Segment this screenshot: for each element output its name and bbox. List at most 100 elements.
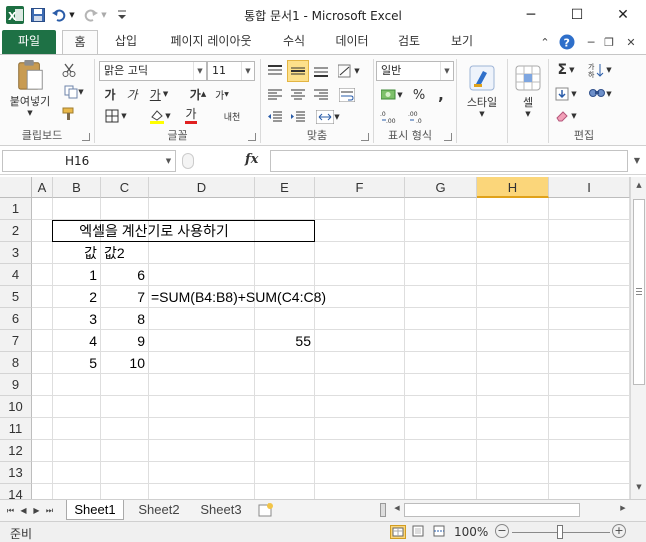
align-center-icon[interactable] (288, 85, 308, 105)
row-header-6[interactable]: 6 (0, 308, 32, 330)
cells-button[interactable]: 셀 ▼ (510, 59, 546, 123)
minimize-button[interactable]: ─ (508, 0, 554, 30)
sheet-tab-sheet2[interactable]: Sheet2 (130, 500, 188, 520)
cut-icon[interactable] (60, 61, 78, 79)
vertical-scroll-thumb[interactable] (633, 199, 645, 385)
align-left-icon[interactable] (265, 85, 285, 105)
cell-b7[interactable]: 4 (53, 330, 101, 352)
row-header-9[interactable]: 9 (0, 374, 32, 396)
italic-button[interactable]: 가 (123, 85, 141, 103)
tab-split-handle[interactable] (380, 503, 386, 517)
sheet-tab-sheet1[interactable]: Sheet1 (66, 500, 124, 520)
paste-button[interactable]: 붙여넣기 ▼ (4, 59, 56, 117)
column-header-f[interactable]: F (315, 177, 405, 198)
workbook-restore-icon[interactable]: ❐ (602, 34, 616, 50)
worksheet-grid[interactable]: ABCDEFGHI 1 2 3 4 5 6 7 8 9 10 11 12 13 14 엑셀을 계산기로 사… (0, 177, 630, 499)
tab-data[interactable]: 데이터 (326, 30, 378, 54)
insert-sheet-icon[interactable] (258, 503, 276, 517)
prev-sheet-icon[interactable]: ◀ (17, 504, 30, 518)
formula-bar-divider-handle[interactable] (182, 153, 194, 169)
column-header-g[interactable]: G (405, 177, 477, 198)
row-header-14[interactable]: 14 (0, 484, 32, 499)
percent-icon[interactable]: % (410, 85, 428, 105)
tab-formulas[interactable]: 수식 (272, 30, 316, 54)
formula-input[interactable] (270, 150, 628, 172)
alignment-launcher-icon[interactable] (361, 133, 369, 141)
cell-c6[interactable]: 8 (101, 308, 149, 330)
cell-e7[interactable]: 55 (255, 330, 315, 352)
cell-b3[interactable]: 값 (53, 242, 101, 264)
zoom-level[interactable]: 100% (454, 525, 488, 539)
clipboard-launcher-icon[interactable] (82, 133, 90, 141)
zoom-slider-thumb[interactable] (557, 525, 563, 539)
chevron-down-icon[interactable]: ▼ (161, 150, 176, 172)
sort-filter-icon[interactable]: 가 하 ▼ (585, 61, 615, 79)
name-box[interactable]: H16 (2, 150, 176, 172)
align-middle-icon[interactable] (287, 60, 309, 82)
row-header-1[interactable]: 1 (0, 198, 32, 220)
comma-style-icon[interactable]: , (432, 85, 450, 105)
number-launcher-icon[interactable] (444, 133, 452, 141)
column-header-e[interactable]: E (255, 177, 315, 198)
cell-c4[interactable]: 6 (101, 264, 149, 286)
row-header-11[interactable]: 11 (0, 418, 32, 440)
align-top-icon[interactable] (265, 61, 285, 81)
decrease-indent-icon[interactable] (265, 107, 285, 127)
tab-file[interactable]: 파일 (2, 30, 56, 54)
font-size-combo[interactable]: 11 ▼ (207, 61, 255, 81)
chevron-down-icon[interactable]: ▼ (440, 62, 453, 80)
maximize-button[interactable]: ☐ (554, 0, 600, 30)
normal-view-icon[interactable] (390, 525, 406, 539)
scroll-left-icon[interactable]: ◀ (391, 504, 403, 516)
horizontal-scroll-thumb[interactable] (404, 503, 580, 517)
increase-decimal-icon[interactable]: .0.00 (378, 107, 402, 127)
bold-button[interactable]: 가 (101, 85, 119, 103)
format-painter-icon[interactable] (60, 105, 78, 123)
borders-icon[interactable]: ▼ (101, 107, 131, 125)
clear-icon[interactable]: ▼ (553, 107, 579, 125)
align-bottom-icon[interactable] (311, 61, 331, 81)
row-header-4[interactable]: 4 (0, 264, 32, 286)
row-header-12[interactable]: 12 (0, 440, 32, 462)
scroll-up-icon[interactable]: ▲ (633, 181, 645, 193)
tab-page-layout[interactable]: 페이지 레이아웃 (155, 30, 267, 54)
merge-center-icon[interactable]: ▼ (311, 107, 345, 127)
shrink-font-button[interactable]: 가 ▼ (213, 85, 231, 103)
currency-icon[interactable]: ▼ (378, 85, 406, 105)
row-header-7[interactable]: 7 (0, 330, 32, 352)
cell-b2[interactable]: 엑셀을 계산기로 사용하기 (53, 220, 255, 242)
close-button[interactable]: ✕ (600, 0, 646, 30)
decrease-decimal-icon[interactable]: .00.0 (406, 107, 430, 127)
column-header-h[interactable]: H (477, 177, 549, 198)
chevron-down-icon[interactable]: ▼ (193, 62, 206, 80)
cell-c8[interactable]: 10 (101, 352, 149, 374)
row-header-2[interactable]: 2 (0, 220, 32, 242)
chevron-down-icon[interactable]: ▼ (241, 62, 254, 80)
column-header-i[interactable]: I (549, 177, 630, 198)
cell-d5[interactable]: =SUM(B4:B8)+SUM(C4:C8) (149, 286, 449, 308)
vertical-scrollbar[interactable]: ▲ ▼ (630, 177, 646, 499)
first-sheet-icon[interactable]: ⏮ (4, 504, 17, 518)
tab-view[interactable]: 보기 (440, 30, 484, 54)
orientation-icon[interactable]: ▼ (335, 61, 363, 81)
zoom-in-button[interactable]: + (612, 524, 626, 538)
insert-function-icon[interactable]: fx (245, 152, 258, 167)
increase-indent-icon[interactable] (288, 107, 308, 127)
column-header-b[interactable]: B (53, 177, 101, 198)
page-layout-view-icon[interactable] (411, 525, 427, 539)
sheet-tab-sheet3[interactable]: Sheet3 (192, 500, 250, 520)
zoom-out-button[interactable]: − (495, 524, 509, 538)
font-name-combo[interactable]: 맑은 고딕 ▼ (99, 61, 207, 81)
paste-dropdown-icon[interactable]: ▼ (27, 109, 32, 117)
last-sheet-icon[interactable]: ⏭ (43, 504, 56, 518)
collapse-ribbon-icon[interactable]: ⌃ (538, 34, 552, 50)
cell-c5[interactable]: 7 (101, 286, 149, 308)
tab-home[interactable]: 홈 (62, 30, 98, 55)
help-icon[interactable]: ? (558, 34, 576, 50)
cell-c7[interactable]: 9 (101, 330, 149, 352)
expand-formula-bar-icon[interactable]: ▼ (630, 150, 644, 172)
column-header-a[interactable]: A (32, 177, 53, 198)
cell-b4[interactable]: 1 (53, 264, 101, 286)
align-right-icon[interactable] (311, 85, 331, 105)
number-format-combo[interactable]: 일반 ▼ (376, 61, 454, 81)
